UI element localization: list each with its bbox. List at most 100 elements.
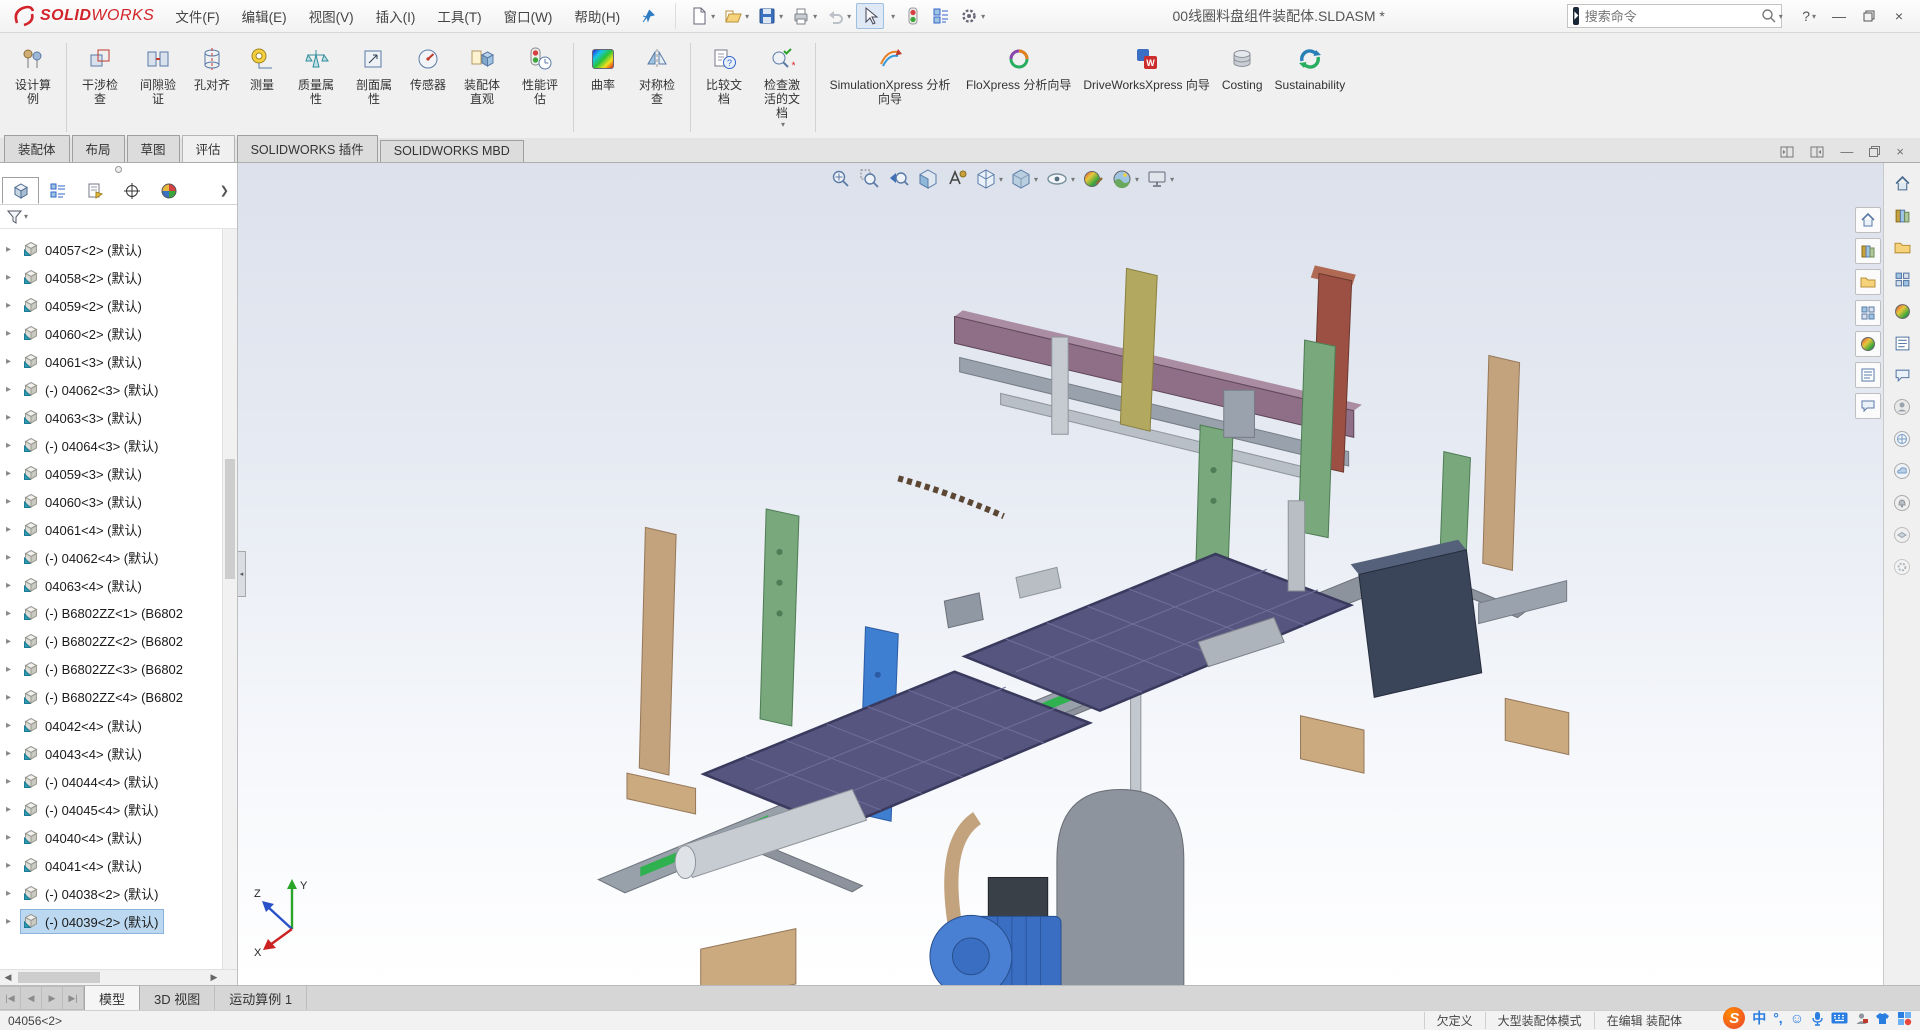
new-document-button[interactable]: ▾ xyxy=(686,4,718,28)
emoji-icon[interactable]: ☺ xyxy=(1790,1010,1804,1026)
expand-arrow-icon[interactable]: ▸ xyxy=(6,328,20,339)
tree-item[interactable]: ▸ (-) 04039<2> (默认) xyxy=(0,907,237,935)
open-button[interactable]: ▾ xyxy=(720,4,752,28)
curvature-button[interactable]: 曲率 xyxy=(578,39,628,136)
expand-arrow-icon[interactable]: ▸ xyxy=(6,804,20,815)
tree-item[interactable]: ▸ 04060<3> (默认) xyxy=(0,487,237,515)
scroll-right-arrow[interactable]: ▶ xyxy=(206,972,222,983)
tree-item[interactable]: ▸ 04061<4> (默认) xyxy=(0,515,237,543)
apply-scene-icon[interactable]: ▾ xyxy=(1109,165,1141,193)
display-style-icon[interactable]: ▾ xyxy=(1008,165,1040,193)
performance-evaluation-button[interactable]: 性能评估 xyxy=(511,39,569,136)
tree-item[interactable]: ▸ 04057<2> (默认) xyxy=(0,235,237,263)
layers-circle-icon[interactable] xyxy=(1890,523,1914,547)
toolbox-icon[interactable] xyxy=(1897,1011,1912,1026)
settings-circle-icon[interactable] xyxy=(1890,555,1914,579)
tab-feature-manager-tree[interactable] xyxy=(2,177,39,204)
menu-item[interactable]: 窗口(W) xyxy=(493,2,564,30)
expand-arrow-icon[interactable]: ▸ xyxy=(6,692,20,703)
filter-icon[interactable]: ▾ xyxy=(7,210,28,224)
tree-item[interactable]: ▸ (-) 04062<4> (默认) xyxy=(0,543,237,571)
options-button[interactable]: ▾ xyxy=(956,4,988,28)
expand-arrow-icon[interactable]: ▸ xyxy=(6,552,20,563)
tree-item[interactable]: ▸ (-) B6802ZZ<1> (B6802 xyxy=(0,599,237,627)
expand-arrow-icon[interactable]: ▸ xyxy=(6,888,20,899)
tree-item[interactable]: ▸ 04063<4> (默认) xyxy=(0,571,237,599)
forum-icon[interactable] xyxy=(1855,393,1881,419)
panel-splitter-handle[interactable] xyxy=(0,163,237,175)
appearances-scenes-icon[interactable] xyxy=(1890,299,1914,323)
user-circle-icon[interactable] xyxy=(1890,395,1914,419)
command-tab[interactable]: 装配体 xyxy=(4,135,70,162)
model-chain[interactable] xyxy=(898,478,1003,516)
tab-display-manager[interactable] xyxy=(150,177,187,204)
tree-item[interactable]: ▸ 04059<2> (默认) xyxy=(0,291,237,319)
menu-item[interactable]: 编辑(E) xyxy=(231,2,298,30)
document-close-icon[interactable]: × xyxy=(1896,144,1904,159)
tree-item[interactable]: ▸ 04043<4> (默认) xyxy=(0,739,237,767)
command-tab[interactable]: SOLIDWORKS 插件 xyxy=(237,135,378,162)
expand-arrow-icon[interactable]: ▸ xyxy=(6,524,20,535)
last-tab-button[interactable]: ▶| xyxy=(63,986,84,1010)
ime-punctuation-toggle[interactable]: °, xyxy=(1773,1010,1783,1026)
expand-arrow-icon[interactable]: ▸ xyxy=(6,244,20,255)
tree-item[interactable]: ▸ (-) 04045<4> (默认) xyxy=(0,795,237,823)
sogou-logo-icon[interactable]: S xyxy=(1723,1007,1745,1029)
driveworksxpress-button[interactable]: W DriveWorksXpress 向导 xyxy=(1077,39,1215,136)
forum-icon[interactable] xyxy=(1890,363,1914,387)
design-study-button[interactable]: 设计算例 xyxy=(4,39,62,136)
microphone-icon[interactable] xyxy=(1811,1011,1824,1026)
section-properties-button[interactable]: 剖面属性 xyxy=(345,39,403,136)
window-close-button[interactable]: × xyxy=(1884,8,1914,24)
expand-arrow-icon[interactable]: ▸ xyxy=(6,496,20,507)
clearance-verify-button[interactable]: 间隙验证 xyxy=(129,39,187,136)
command-tab[interactable]: SOLIDWORKS MBD xyxy=(380,140,524,162)
expand-arrow-icon[interactable]: ▸ xyxy=(6,748,20,759)
expand-arrow-icon[interactable]: ▸ xyxy=(6,776,20,787)
command-tab[interactable]: 布局 xyxy=(72,135,125,162)
tree-item[interactable]: ▸ 04058<2> (默认) xyxy=(0,263,237,291)
keyboard-icon[interactable] xyxy=(1831,1012,1848,1024)
command-tab[interactable]: 草图 xyxy=(127,135,180,162)
tree-item[interactable]: ▸ 04063<3> (默认) xyxy=(0,403,237,431)
floxpress-button[interactable]: FloXpress 分析向导 xyxy=(960,39,1077,136)
graphics-viewport[interactable]: ◂ ▾ ▾ ▾ ▾ ▾ xyxy=(238,163,1883,985)
tree-item[interactable]: ▸ 04061<3> (默认) xyxy=(0,347,237,375)
ime-language-toggle[interactable]: 中 xyxy=(1752,1008,1766,1028)
tree-item[interactable]: ▸ 04042<4> (默认) xyxy=(0,711,237,739)
view-settings-icon[interactable]: ▾ xyxy=(1144,165,1176,193)
costing-button[interactable]: Costing xyxy=(1216,39,1269,136)
tree-item[interactable]: ▸ 04041<4> (默认) xyxy=(0,851,237,879)
pane-right-icon[interactable] xyxy=(1810,146,1824,158)
file-explorer-icon[interactable] xyxy=(1890,235,1914,259)
sustainability-button[interactable]: Sustainability xyxy=(1269,39,1352,136)
assembly-visualization-button[interactable]: 装配体直观 xyxy=(453,39,511,136)
scroll-left-arrow[interactable]: ◀ xyxy=(0,972,16,983)
tree-item[interactable]: ▸ (-) 04064<3> (默认) xyxy=(0,431,237,459)
help-button[interactable]: ?▾ xyxy=(1802,8,1816,24)
expand-arrow-icon[interactable]: ▸ xyxy=(6,356,20,367)
expand-arrow-icon[interactable]: ▸ xyxy=(6,636,20,647)
tree-item[interactable]: ▸ 04059<3> (默认) xyxy=(0,459,237,487)
menu-item[interactable]: 视图(V) xyxy=(298,2,365,30)
edit-appearance-icon[interactable] xyxy=(1080,165,1106,193)
first-tab-button[interactable]: |◀ xyxy=(0,986,21,1010)
window-minimize-button[interactable]: — xyxy=(1824,8,1854,24)
expand-arrow-icon[interactable]: ▸ xyxy=(6,300,20,311)
custom-properties-icon[interactable] xyxy=(1890,331,1914,355)
view-orientation-icon[interactable]: ▾ xyxy=(973,165,1005,193)
tree-horizontal-scrollbar[interactable]: ◀ ▶ xyxy=(0,969,237,985)
expand-arrow-icon[interactable]: ▸ xyxy=(6,580,20,591)
appearances-scenes-icon[interactable] xyxy=(1855,331,1881,357)
simulationxpress-button[interactable]: SimulationXpress 分析向导 xyxy=(820,39,960,136)
check-active-document-button[interactable]: * 检查激活的文档 ▾ xyxy=(753,39,811,136)
symmetry-check-button[interactable]: 对称检查 xyxy=(628,39,686,136)
zoom-to-area-icon[interactable] xyxy=(857,165,883,193)
tree-item[interactable]: ▸ 04060<2> (默认) xyxy=(0,319,237,347)
search-magnifier-icon[interactable] xyxy=(1761,8,1777,24)
expand-arrow-icon[interactable]: ▸ xyxy=(6,664,20,675)
tab-configuration-manager[interactable] xyxy=(76,177,113,204)
view-palette-icon[interactable] xyxy=(1855,300,1881,326)
command-search-box[interactable]: ⏵ ▾ xyxy=(1567,4,1782,28)
pin-icon[interactable] xyxy=(641,9,655,23)
